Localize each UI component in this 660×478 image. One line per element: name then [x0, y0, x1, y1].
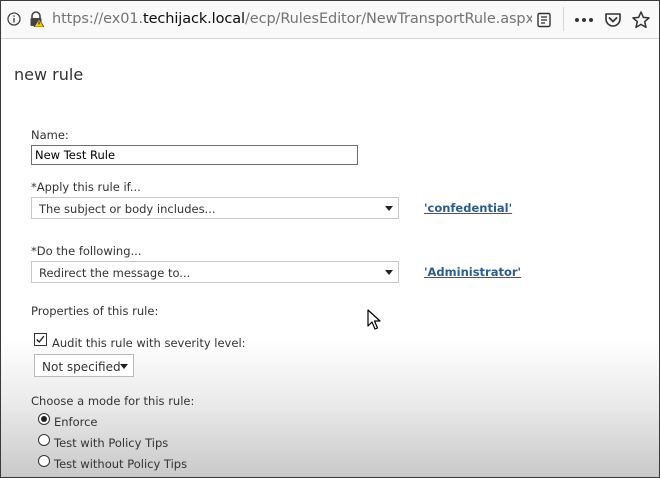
reader-view-icon[interactable]: [536, 12, 552, 28]
lock-warning-icon[interactable]: [28, 11, 44, 27]
browser-url-bar: https://ex01.techijack.local/ecp/RulesEd…: [1, 1, 659, 39]
url-path: /ecp/RulesEditor/NewTransportRule.aspx?p…: [244, 11, 532, 27]
rule-editor-page: new rule Name: *Apply this rule if... Th…: [1, 39, 659, 477]
chevron-down-icon: [385, 206, 393, 211]
mode-test-without-tips-radio[interactable]: [38, 455, 50, 467]
chevron-down-icon: [120, 364, 128, 369]
apply-rule-label: *Apply this rule if...: [31, 180, 141, 194]
address-field[interactable]: https://ex01.techijack.local/ecp/RulesEd…: [52, 11, 532, 27]
name-label: Name:: [31, 128, 69, 142]
mode-test-with-tips-radio[interactable]: [38, 434, 50, 446]
mouse-cursor-icon: [367, 309, 381, 330]
rule-name-input[interactable]: [31, 145, 358, 165]
severity-select-value: Not specified: [42, 360, 121, 374]
checkbox-check-icon: [36, 335, 45, 344]
mode-label: Choose a mode for this rule:: [31, 394, 195, 408]
condition-select[interactable]: The subject or body includes...: [31, 197, 399, 219]
audit-checkbox[interactable]: [34, 333, 47, 346]
severity-select[interactable]: Not specified: [34, 354, 134, 377]
action-select-value: Redirect the message to...: [39, 266, 191, 280]
condition-value-link[interactable]: 'confedential': [424, 201, 512, 215]
condition-select-value: The subject or body includes...: [39, 202, 216, 216]
page-title: new rule: [14, 65, 84, 84]
mode-test-without-tips-label: Test without Policy Tips: [54, 457, 188, 471]
action-value-link[interactable]: 'Administrator': [424, 265, 521, 279]
chevron-down-icon: [385, 270, 393, 275]
mode-enforce-radio[interactable]: [38, 413, 50, 425]
toolbar-divider: [563, 7, 564, 31]
audit-label: Audit this rule with severity level:: [52, 336, 246, 350]
info-icon[interactable]: [7, 12, 21, 26]
properties-label: Properties of this rule:: [31, 304, 159, 318]
mode-test-with-tips-label: Test with Policy Tips: [54, 436, 169, 450]
mode-enforce-label: Enforce: [54, 415, 98, 429]
action-select[interactable]: Redirect the message to...: [31, 261, 399, 283]
url-prefix: https://ex01.: [52, 11, 143, 27]
do-following-label: *Do the following...: [31, 244, 142, 258]
more-actions-icon[interactable]: [573, 12, 595, 28]
pocket-icon[interactable]: [604, 11, 622, 29]
bookmark-star-icon[interactable]: [631, 10, 651, 30]
url-host: techijack.local: [142, 11, 245, 27]
